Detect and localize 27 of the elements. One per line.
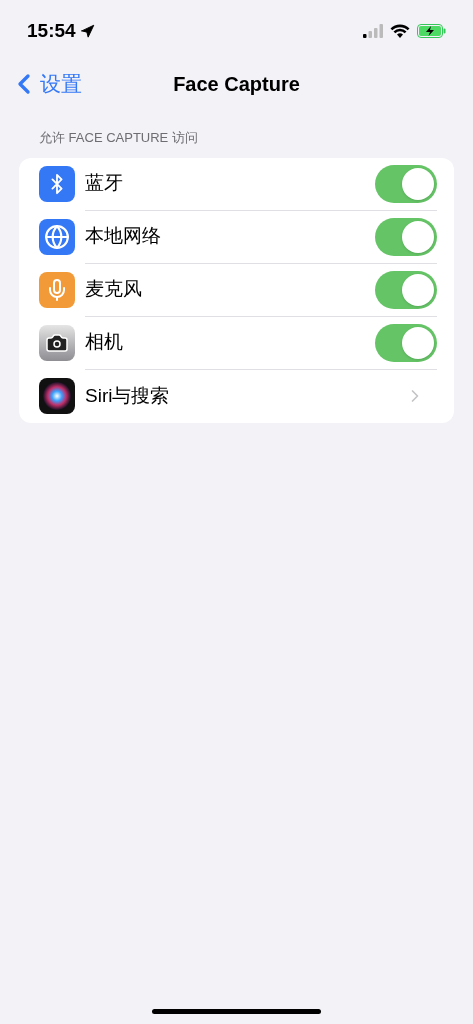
toggle-switch[interactable] bbox=[375, 270, 437, 309]
settings-row[interactable]: Siri与搜索 bbox=[19, 369, 454, 423]
settings-row[interactable]: 本地网络 bbox=[19, 210, 454, 264]
page-title: Face Capture bbox=[173, 72, 300, 97]
status-time: 15:54 bbox=[27, 18, 76, 43]
microphone-icon bbox=[39, 272, 75, 308]
row-label: 相机 bbox=[85, 330, 123, 355]
location-icon bbox=[79, 23, 95, 39]
toggle-switch[interactable] bbox=[375, 323, 437, 362]
row-label: 麦克风 bbox=[85, 277, 142, 302]
settings-row[interactable]: 蓝牙 bbox=[19, 157, 454, 211]
row-label: 蓝牙 bbox=[85, 171, 123, 196]
settings-row[interactable]: 相机 bbox=[19, 316, 454, 370]
row-label: 本地网络 bbox=[85, 224, 161, 249]
camera-icon bbox=[39, 325, 75, 361]
row-label: Siri与搜索 bbox=[85, 383, 170, 408]
orb-icon bbox=[39, 378, 75, 414]
section-header: 允许 FACE CAPTURE 访问 bbox=[38, 129, 199, 147]
battery-charging-icon bbox=[417, 24, 446, 38]
bluetooth-icon bbox=[39, 166, 75, 202]
globe-icon bbox=[39, 219, 75, 255]
signal-icon bbox=[363, 24, 383, 38]
back-button[interactable]: 设置 bbox=[8, 68, 82, 100]
toggle-switch[interactable] bbox=[375, 217, 437, 256]
wifi-icon bbox=[390, 23, 410, 39]
settings-row[interactable]: 麦克风 bbox=[19, 263, 454, 317]
toggle-switch[interactable] bbox=[375, 164, 437, 203]
